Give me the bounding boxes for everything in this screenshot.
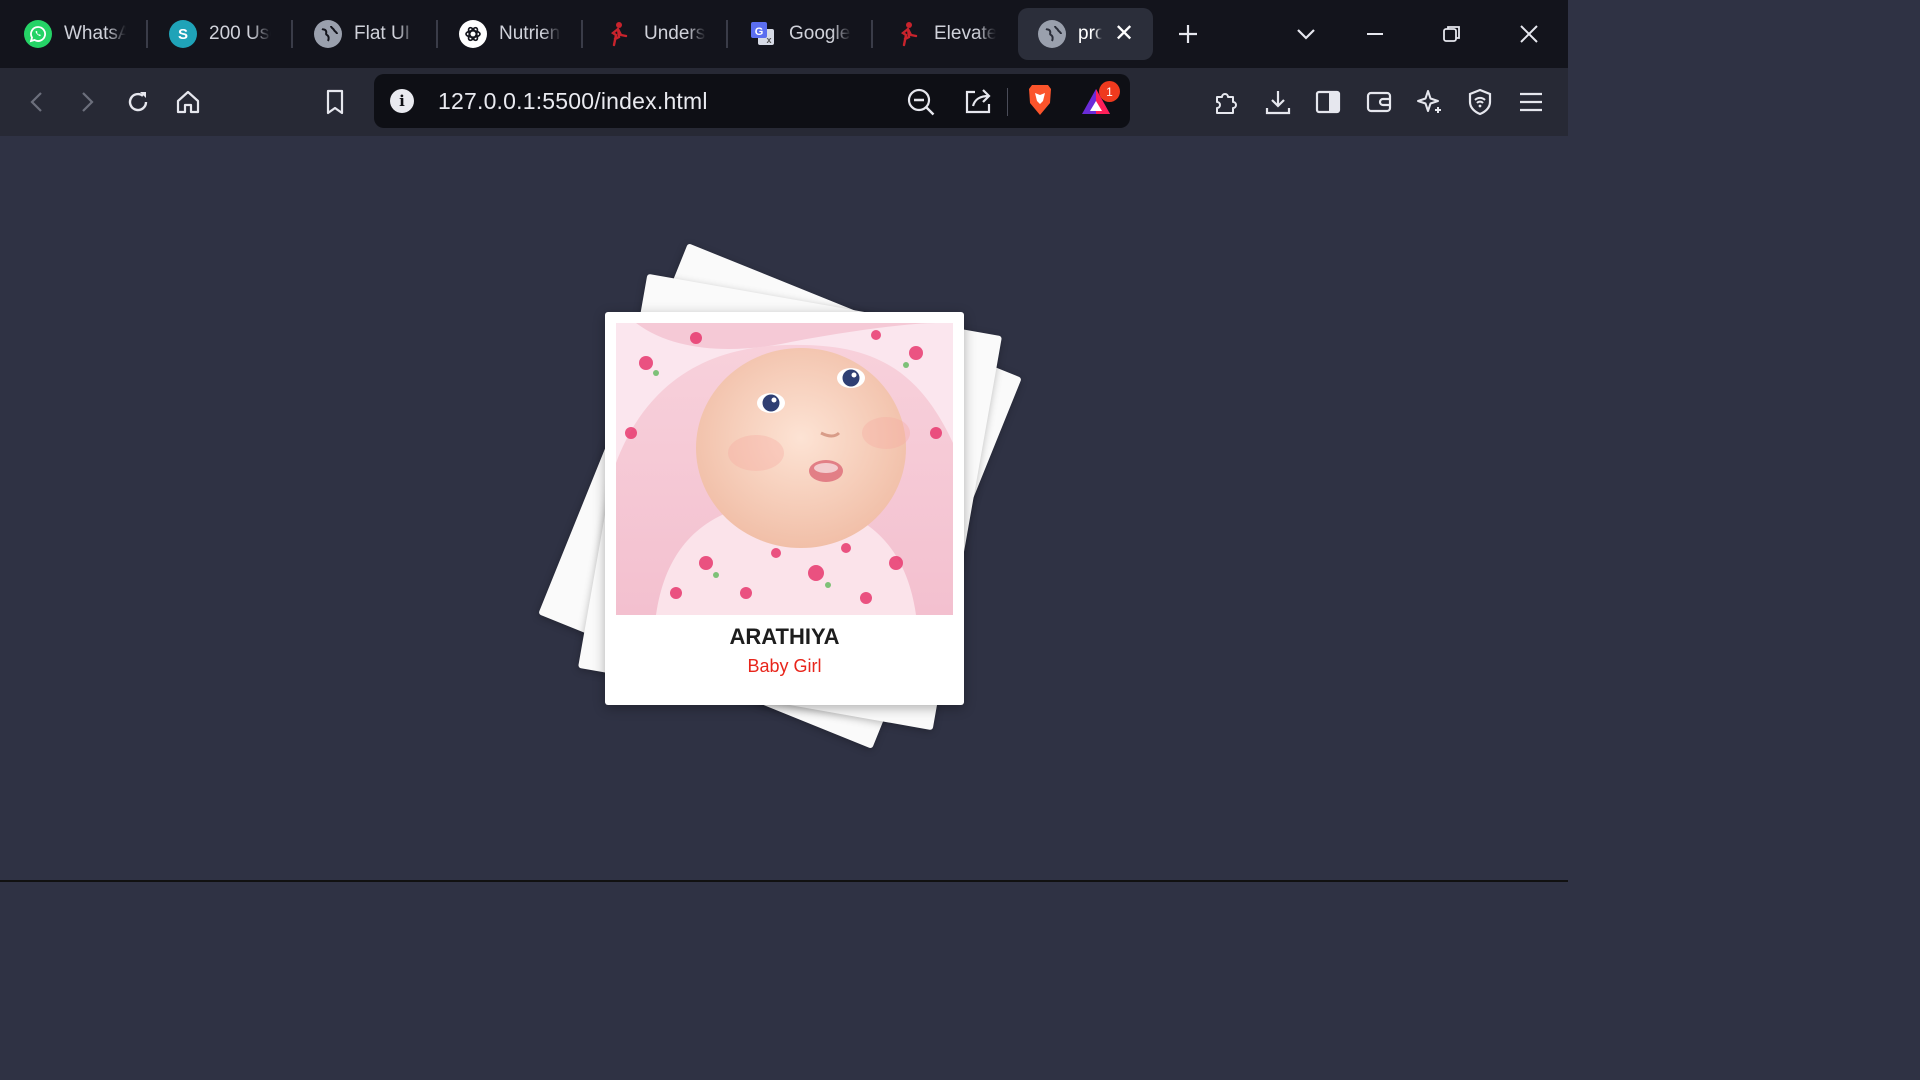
tab-active-pro[interactable]: pro ✕: [1018, 8, 1153, 60]
tab-label: Nutrients: [499, 23, 561, 44]
tab-search-button[interactable]: [1288, 16, 1324, 52]
runner-icon: [894, 20, 922, 48]
tab-label: pro: [1078, 23, 1102, 44]
minimize-icon: [1367, 33, 1383, 35]
reload-icon: [128, 92, 148, 112]
extensions-button[interactable]: [1209, 84, 1245, 120]
google-translate-icon: Gx: [749, 20, 777, 48]
tab-separator: [871, 20, 873, 48]
restore-icon: [1443, 26, 1460, 42]
tab-label: Google: [789, 23, 851, 44]
tab-label: WhatsApp: [64, 23, 126, 44]
tab-label: 200 Users: [209, 23, 271, 44]
brave-shields-icon[interactable]: [1025, 83, 1055, 122]
zoom-out-icon[interactable]: [906, 87, 936, 122]
home-icon: [176, 90, 200, 114]
wallet-icon: [1366, 91, 1392, 113]
leo-ai-button[interactable]: [1412, 84, 1448, 120]
card-subtitle: Baby Girl: [747, 656, 822, 676]
menu-button[interactable]: [1513, 84, 1549, 120]
browser-toolbar: i 127.0.0.1:5500/index.html 1: [0, 68, 1568, 136]
plus-icon: [1179, 25, 1197, 43]
tab-label: Flat UI Colors: [354, 23, 416, 44]
new-tab-button[interactable]: [1170, 16, 1206, 52]
restore-button[interactable]: [1434, 16, 1470, 52]
home-button[interactable]: [170, 84, 206, 120]
vpn-button[interactable]: [1462, 84, 1498, 120]
minimize-button[interactable]: [1357, 16, 1393, 52]
tab-200-users[interactable]: S 200 Users: [169, 8, 279, 60]
profile-card: ARATHIYA Baby Girl: [605, 312, 964, 705]
sidebar-icon: [1315, 90, 1341, 114]
tab-label: Elevate: [934, 23, 996, 44]
site-info-icon[interactable]: i: [390, 89, 414, 113]
back-arrow-icon: [30, 92, 42, 112]
back-button[interactable]: [19, 84, 55, 120]
tab-separator: [146, 20, 148, 48]
puzzle-icon: [1216, 93, 1237, 114]
s-app-icon: S: [169, 20, 197, 48]
tab-separator: [291, 20, 293, 48]
card-name: ARATHIYA: [729, 624, 840, 649]
globe-icon: [1038, 20, 1066, 48]
notification-badge: 1: [1099, 81, 1120, 102]
close-window-button[interactable]: [1511, 16, 1547, 52]
tab-elevate[interactable]: Elevate: [894, 8, 1004, 60]
tab-nutrients[interactable]: Nutrients: [459, 8, 569, 60]
tab-flat-ui[interactable]: Flat UI Colors: [314, 8, 424, 60]
hamburger-icon: [1520, 92, 1542, 112]
sparkle-icon: [1417, 90, 1441, 113]
globe-icon: [314, 20, 342, 48]
svg-text:x: x: [766, 35, 771, 45]
address-bar[interactable]: i 127.0.0.1:5500/index.html 1: [374, 74, 1130, 128]
tab-separator: [436, 20, 438, 48]
tab-separator: [581, 20, 583, 48]
page-viewport: ARATHIYA Baby Girl: [0, 136, 1568, 882]
tab-strip: WhatsApp S 200 Users Flat UI Colors Nutr…: [0, 0, 1568, 68]
downloads-button[interactable]: [1260, 84, 1296, 120]
bookmark-icon: [326, 89, 344, 115]
tab-understand[interactable]: Understand: [604, 8, 714, 60]
download-icon: [1265, 91, 1291, 115]
baby-photo: [616, 323, 953, 615]
close-tab-icon[interactable]: ✕: [1111, 21, 1137, 47]
window-bottom-edge: [0, 880, 1568, 882]
openai-icon: [459, 20, 487, 48]
vpn-shield-icon: [1468, 88, 1492, 116]
url-text[interactable]: 127.0.0.1:5500/index.html: [438, 88, 708, 115]
forward-button[interactable]: [69, 84, 105, 120]
share-icon[interactable]: [963, 86, 993, 121]
tab-whatsapp[interactable]: WhatsApp: [24, 8, 134, 60]
close-icon: [1520, 25, 1538, 43]
svg-text:G: G: [755, 26, 764, 38]
runner-icon: [604, 20, 632, 48]
tab-separator: [726, 20, 728, 48]
tab-label: Understand: [644, 23, 706, 44]
wallet-button[interactable]: [1361, 84, 1397, 120]
sidebar-button[interactable]: [1310, 84, 1346, 120]
forward-arrow-icon: [82, 92, 94, 112]
whatsapp-icon: [24, 20, 52, 48]
bookmark-button[interactable]: [317, 84, 353, 120]
chevron-down-icon: [1297, 29, 1315, 40]
tab-google[interactable]: Gx Google: [749, 8, 859, 60]
url-divider: [1007, 88, 1008, 116]
reload-button[interactable]: [120, 84, 156, 120]
